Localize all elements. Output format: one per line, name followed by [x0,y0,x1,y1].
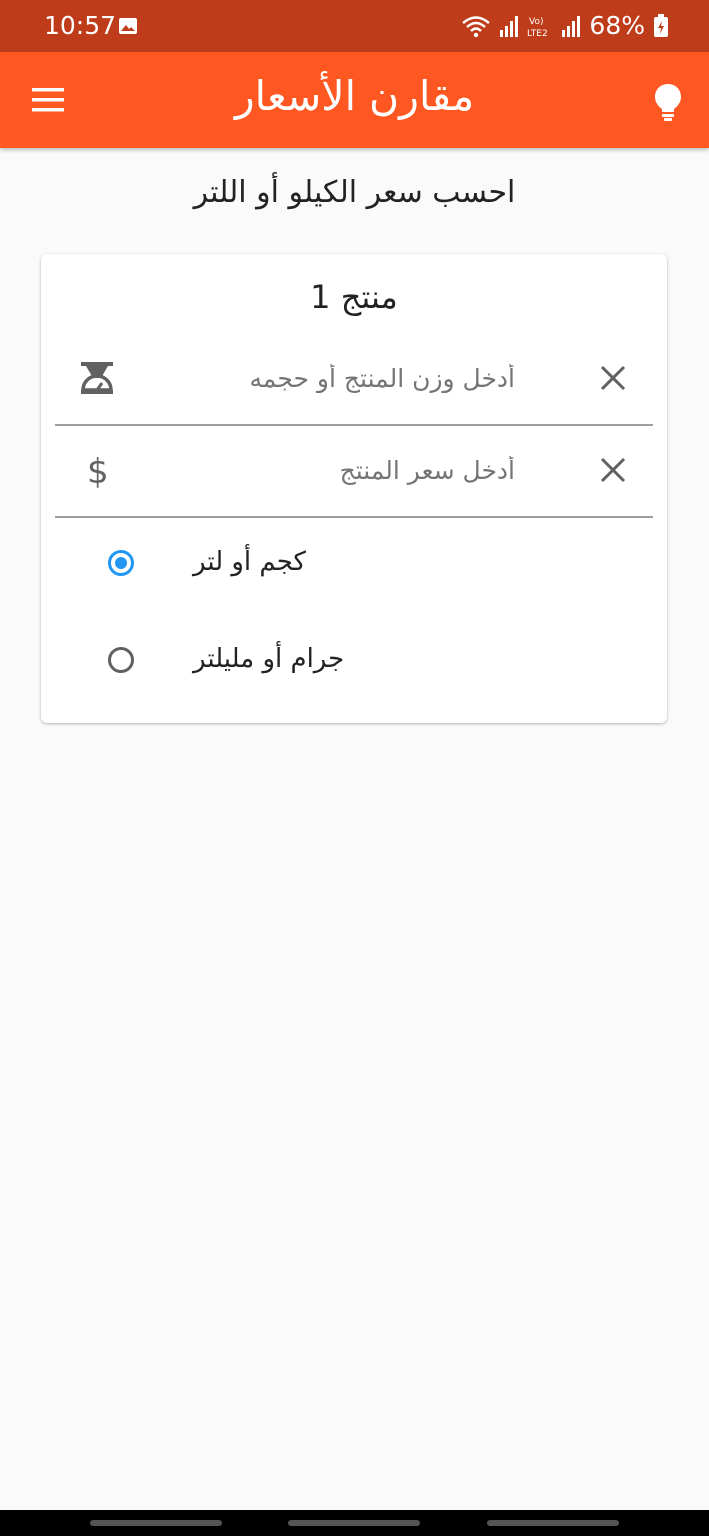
svg-text:$: $ [87,452,109,490]
battery-icon [654,13,668,37]
app-bar: مقارن الأسعار [0,52,709,148]
scale-icon [81,362,113,394]
unit-option-gram-ml[interactable]: جرام أو مليلتر [101,638,501,688]
signal-icon [500,15,519,37]
dollar-icon: $ [87,452,109,490]
product-card: منتج 1 $ كجم أو لتر جرام أو مليلتر [41,254,667,723]
nav-back-handle[interactable] [487,1520,619,1526]
battery-percent: 68% [589,11,645,40]
system-nav-bar [0,1510,709,1536]
app-title: مقارن الأسعار [234,72,475,120]
svg-text:LTE2: LTE2 [527,29,548,38]
close-icon[interactable] [599,364,627,392]
radio-checked-icon[interactable] [108,550,134,576]
image-icon [119,18,137,34]
nav-recents-handle[interactable] [90,1520,222,1526]
weight-field [55,354,653,426]
radio-unchecked-icon[interactable] [108,647,134,673]
status-bar: 10:57 Vo) LTE2 68% [0,0,709,52]
close-icon[interactable] [599,456,627,484]
svg-text:Vo): Vo) [529,17,543,27]
nav-home-handle[interactable] [288,1520,420,1526]
wifi-icon [462,15,491,37]
weight-input[interactable] [135,354,515,402]
unit-option-kg-liter[interactable]: كجم أو لتر [101,541,501,591]
status-icons: Vo) LTE2 68% [461,11,669,40]
price-input[interactable] [135,446,515,494]
page-heading: احسب سعر الكيلو أو اللتر [193,175,516,210]
unit-option-label: كجم أو لتر [193,547,306,577]
volte-icon: Vo) LTE2 [527,17,548,38]
lightbulb-icon[interactable] [653,82,683,122]
status-time: 10:57 [44,11,117,40]
product-card-title: منتج 1 [310,278,398,316]
price-field: $ [55,446,653,518]
signal-icon [562,15,581,37]
unit-option-label: جرام أو مليلتر [193,644,345,674]
